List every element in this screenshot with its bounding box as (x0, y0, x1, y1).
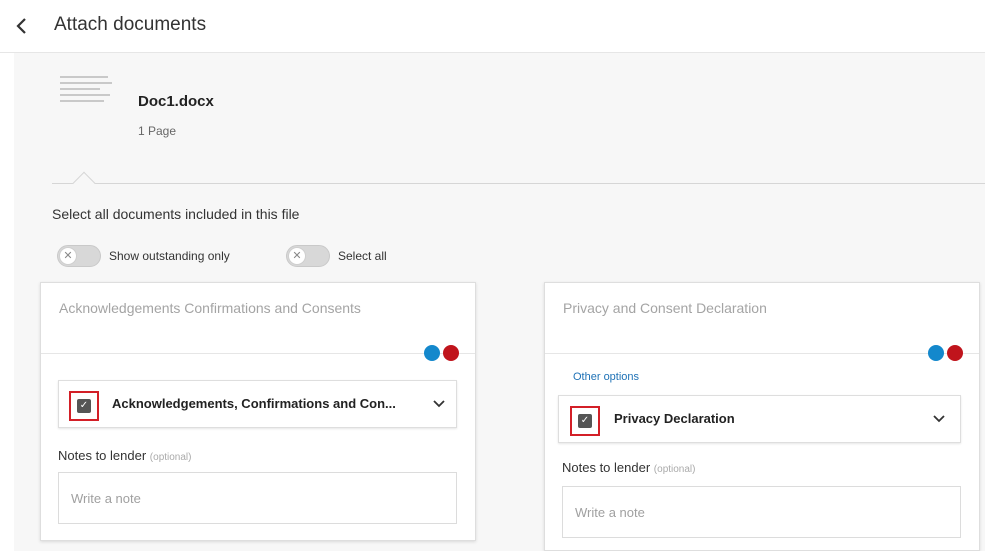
document-page-count: 1 Page (138, 124, 177, 138)
chevron-down-icon[interactable] (932, 412, 946, 426)
back-button[interactable] (10, 14, 32, 38)
card-header: Privacy and Consent Declaration (545, 283, 979, 354)
notes-input[interactable] (58, 472, 457, 524)
status-dot-blue (424, 345, 440, 361)
toggle-track[interactable]: ✕ (286, 245, 330, 267)
notes-input[interactable] (562, 486, 961, 538)
section-title: Select all documents included in this fi… (52, 206, 300, 222)
document-option-label: Acknowledgements, Confirmations and Con.… (112, 396, 396, 411)
toggle-label: Show outstanding only (109, 249, 230, 263)
checkbox-highlight: ✓ (570, 406, 600, 436)
show-outstanding-toggle[interactable]: ✕ Show outstanding only (57, 245, 230, 267)
document-thumbnail-icon[interactable] (60, 76, 112, 120)
notes-label-text: Notes to lender (58, 448, 147, 463)
toggle-off-icon: ✕ (288, 247, 306, 265)
other-options-link[interactable]: Other options (573, 371, 639, 383)
document-name: Doc1.docx (138, 93, 214, 110)
select-all-toggle[interactable]: ✕ Select all (286, 245, 387, 267)
toggle-track[interactable]: ✕ (57, 245, 101, 267)
toggle-label: Select all (338, 249, 387, 263)
document-category-card: Acknowledgements Confirmations and Conse… (40, 282, 476, 541)
document-checkbox[interactable]: ✓ (77, 399, 91, 413)
notes-label: Notes to lender (optional) (562, 460, 696, 475)
card-title: Privacy and Consent Declaration (563, 300, 767, 316)
chevron-down-icon[interactable] (432, 397, 446, 411)
divider (52, 183, 985, 184)
document-option-label: Privacy Declaration (614, 411, 735, 426)
notes-label: Notes to lender (optional) (58, 448, 192, 463)
document-option-dropdown[interactable]: ✓ Acknowledgements, Confirmations and Co… (58, 380, 457, 428)
status-indicators (925, 345, 963, 361)
page-title: Attach documents (54, 14, 207, 35)
chevron-left-icon (16, 18, 26, 34)
status-dot-red (443, 345, 459, 361)
notes-optional-hint: (optional) (653, 464, 696, 475)
toggle-off-icon: ✕ (59, 247, 77, 265)
document-checkbox[interactable]: ✓ (578, 414, 592, 428)
notes-optional-hint: (optional) (149, 452, 192, 463)
card-header: Acknowledgements Confirmations and Conse… (41, 283, 475, 354)
card-title: Acknowledgements Confirmations and Conse… (59, 300, 361, 316)
top-bar: Attach documents (0, 0, 985, 53)
notes-label-text: Notes to lender (562, 460, 651, 475)
document-category-card: Privacy and Consent Declaration Other op… (544, 282, 980, 551)
status-dot-red (947, 345, 963, 361)
document-option-dropdown[interactable]: ✓ Privacy Declaration (558, 395, 961, 443)
status-indicators (421, 345, 459, 361)
status-dot-blue (928, 345, 944, 361)
checkbox-highlight: ✓ (69, 391, 99, 421)
